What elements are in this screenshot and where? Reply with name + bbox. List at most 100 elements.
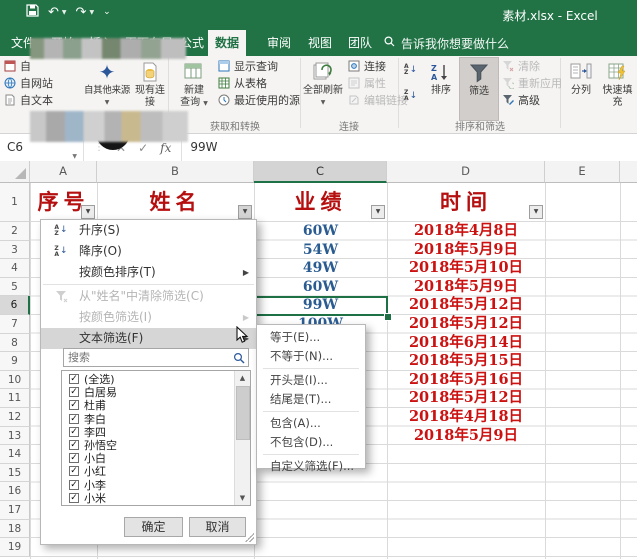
tell-me-search[interactable]: 告诉我你想要做什么 <box>384 30 509 56</box>
advanced-filter-button[interactable]: 高级 <box>502 92 540 107</box>
checkbox-checked-icon[interactable]: ✓ <box>69 466 79 476</box>
undo-dropdown-icon[interactable]: ▼ <box>62 9 67 16</box>
date-cell[interactable]: 2018年5月12日 <box>387 296 545 315</box>
existing-connections-button[interactable]: 现有连接 <box>132 57 168 119</box>
date-cell[interactable]: 2018年5月9日 <box>387 278 545 297</box>
show-queries-button[interactable]: 显示查询 <box>218 58 278 73</box>
list-scrollbar[interactable]: ▲ ▼ <box>234 371 250 505</box>
scroll-down-icon[interactable]: ▼ <box>235 491 250 505</box>
column-header-e[interactable]: E <box>545 161 620 183</box>
row-header[interactable]: 16 <box>0 482 30 501</box>
sort-ascending-button[interactable]: AZ ↓ <box>404 62 417 77</box>
scroll-up-icon[interactable]: ▲ <box>235 371 250 385</box>
performance-cell[interactable]: 54W <box>254 241 387 260</box>
date-cell[interactable]: 2018年5月9日 <box>387 427 545 446</box>
checkbox-checked-icon[interactable]: ✓ <box>69 400 79 410</box>
tab-view[interactable]: 视图 <box>304 30 336 56</box>
tab-review[interactable]: 审阅 <box>262 30 296 56</box>
performance-cell[interactable]: 60W <box>254 222 387 241</box>
row-header[interactable]: 5 <box>0 278 30 297</box>
date-cell[interactable]: 2018年4月18日 <box>387 408 545 427</box>
performance-cell[interactable]: 60W <box>254 278 387 297</box>
autofilter-button-d[interactable]: ▼ <box>529 205 543 219</box>
performance-cell[interactable]: 49W <box>254 259 387 278</box>
cancel-button[interactable]: 取消 <box>189 517 246 537</box>
autofilter-button-c[interactable]: ▼ <box>371 205 385 219</box>
filter-list-item[interactable]: ✓ (全选) <box>62 373 234 386</box>
filter-list-item[interactable]: ✓ 小李 <box>62 479 234 492</box>
row-header-1[interactable]: 1 <box>0 183 30 222</box>
date-cell[interactable]: 2018年5月12日 <box>387 315 545 334</box>
row-header[interactable]: 3 <box>0 241 30 260</box>
sort-descending-button[interactable]: ZA ↓ <box>404 88 417 103</box>
flash-fill-button[interactable]: 快速填充 <box>598 57 637 119</box>
autofilter-button-a[interactable]: ▼ <box>81 205 95 219</box>
filter-list-item[interactable]: ✓ 小白 <box>62 452 234 465</box>
connections-button[interactable]: 连接 <box>348 58 386 73</box>
filter-button[interactable]: 筛选 <box>459 57 499 121</box>
row-header[interactable]: 2 <box>0 222 30 241</box>
row-header[interactable]: 8 <box>0 334 30 353</box>
accept-entry-icon[interactable]: ✓ <box>138 141 148 155</box>
recent-sources-button[interactable]: 最近使用的源 <box>218 92 300 107</box>
row-header[interactable]: 18 <box>0 520 30 539</box>
text-to-columns-button[interactable]: 分列 <box>564 57 598 119</box>
checkbox-checked-icon[interactable]: ✓ <box>69 453 79 463</box>
row-header[interactable]: 15 <box>0 464 30 483</box>
filter-list-item[interactable]: ✓ 小米 <box>62 492 234 505</box>
date-cell[interactable]: 2018年5月16日 <box>387 371 545 390</box>
redo-icon[interactable]: ↷ <box>76 6 87 19</box>
formula-input[interactable]: 99W <box>182 134 637 161</box>
row-header[interactable]: 13 <box>0 427 30 446</box>
row-header[interactable]: 9 <box>0 352 30 371</box>
filter-list-item[interactable]: ✓ 小红 <box>62 465 234 478</box>
resize-grip[interactable] <box>245 533 254 542</box>
row-header[interactable]: 12 <box>0 408 30 427</box>
row-header[interactable]: 10 <box>0 371 30 390</box>
refresh-all-button[interactable]: 全部刷新 ▼ <box>302 57 344 119</box>
save-icon[interactable] <box>26 4 39 20</box>
row-header[interactable]: 14 <box>0 445 30 464</box>
menu-item-sort-by-color[interactable]: 按颜色排序(T) ▶ <box>41 262 256 283</box>
column-header-d[interactable]: D <box>387 161 545 183</box>
date-cell[interactable]: 2018年5月9日 <box>387 241 545 260</box>
customize-qat-icon[interactable]: ⌄ <box>103 6 111 19</box>
column-header-c[interactable]: C <box>254 161 387 183</box>
checkbox-checked-icon[interactable]: ✓ <box>69 427 79 437</box>
submenu-item-custom-filter[interactable]: 自定义筛选(F)... <box>257 457 365 476</box>
redo-dropdown-icon[interactable]: ▼ <box>89 9 94 16</box>
filter-list-item[interactable]: ✓ 白居易 <box>62 386 234 399</box>
undo-icon[interactable]: ↶ <box>48 6 59 19</box>
filter-list-item[interactable]: ✓ 李四 <box>62 426 234 439</box>
checkbox-checked-icon[interactable]: ✓ <box>69 480 79 490</box>
row-header[interactable]: 17 <box>0 501 30 520</box>
from-table-button[interactable]: 从表格 <box>218 75 267 90</box>
column-header-b[interactable]: B <box>97 161 254 183</box>
submenu-item-not-contains[interactable]: 不包含(D)... <box>257 433 365 452</box>
search-icon[interactable] <box>233 352 245 367</box>
row-header[interactable]: 7 <box>0 315 30 334</box>
filter-list-item[interactable]: ✓ 孙悟空 <box>62 439 234 452</box>
submenu-item-begins-with[interactable]: 开头是(I)... <box>257 371 365 390</box>
column-header-a[interactable]: A <box>30 161 97 183</box>
filter-list-item[interactable]: ✓ 杜甫 <box>62 399 234 412</box>
from-access-button[interactable]: 自 <box>4 58 31 73</box>
from-text-button[interactable]: 自文本 <box>4 92 53 107</box>
from-web-button[interactable]: 自网站 <box>4 75 53 90</box>
ok-button[interactable]: 确定 <box>124 517 183 537</box>
filter-search-box[interactable] <box>63 348 249 367</box>
row-header[interactable]: 11 <box>0 389 30 408</box>
date-cell[interactable]: 2018年5月10日 <box>387 259 545 278</box>
checkbox-checked-icon[interactable]: ✓ <box>69 374 79 384</box>
checkbox-checked-icon[interactable]: ✓ <box>69 493 79 503</box>
submenu-item-equals[interactable]: 等于(E)... <box>257 328 365 347</box>
header-cell-d1[interactable]: 时间 <box>387 183 545 222</box>
date-cell[interactable]: 2018年6月14日 <box>387 334 545 353</box>
tab-data[interactable]: 数据 <box>208 30 246 56</box>
menu-item-sort-ascending[interactable]: AZ↓ 升序(S) <box>41 220 256 241</box>
submenu-item-not-equals[interactable]: 不等于(N)... <box>257 347 365 366</box>
select-all-corner[interactable] <box>0 161 30 183</box>
row-header[interactable]: 6 <box>0 296 30 315</box>
filter-search-input[interactable] <box>64 349 236 366</box>
checkbox-checked-icon[interactable]: ✓ <box>69 414 79 424</box>
